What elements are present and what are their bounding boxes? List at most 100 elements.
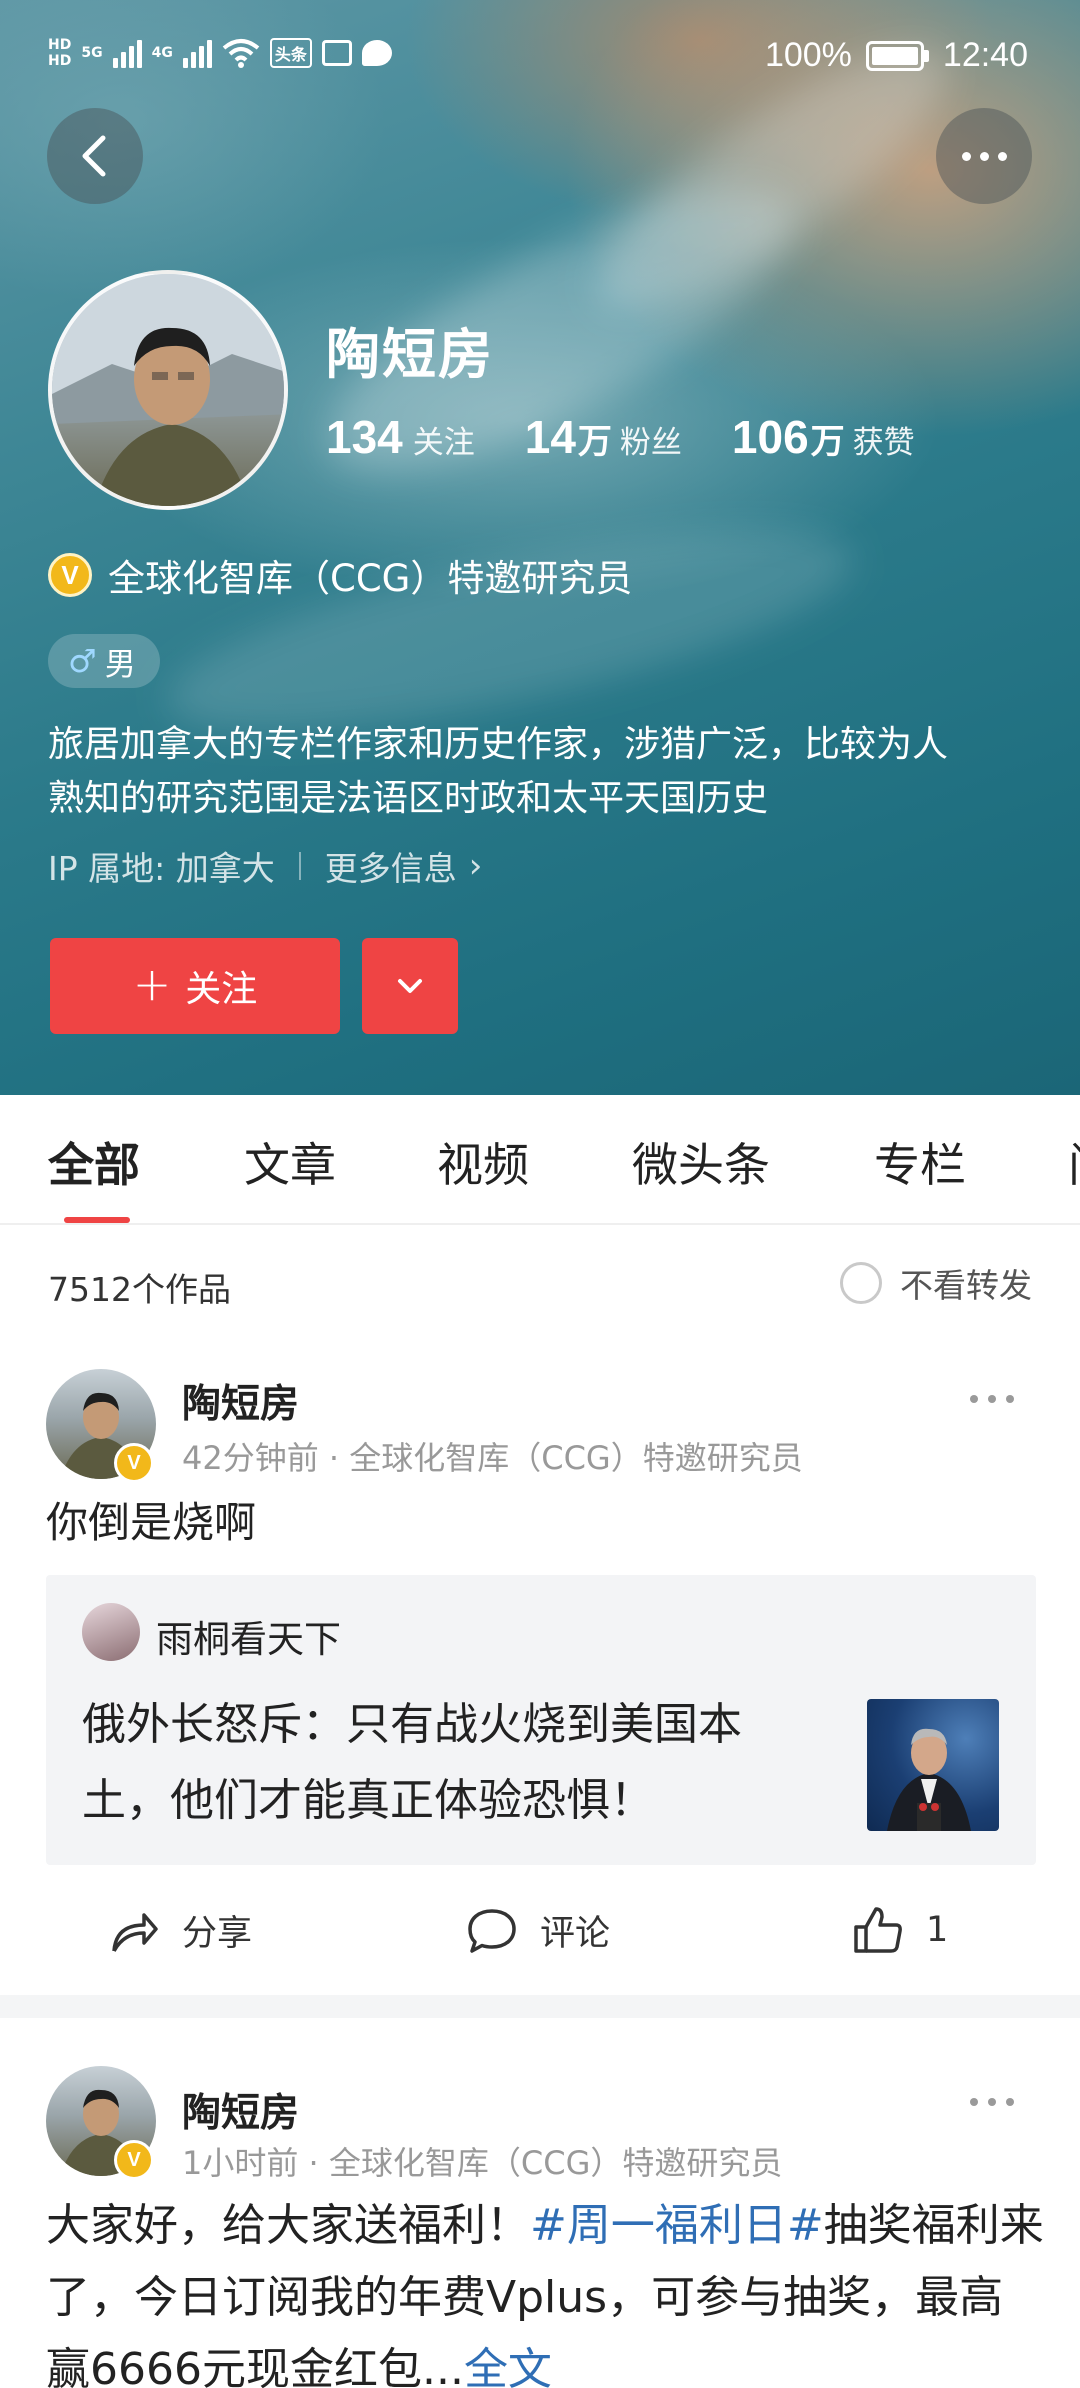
works-count: 7512个作品 bbox=[48, 1270, 231, 1309]
stat-label: 粉丝 bbox=[619, 425, 682, 461]
quoted-author-avatar bbox=[82, 1603, 140, 1661]
profile-bio: 旅居加拿大的专栏作家和历史作家，涉猎广泛，比较为人 熟知的研究范围是法语区时政和… bbox=[48, 718, 1038, 826]
hd-label: HD bbox=[48, 37, 72, 53]
message-icon bbox=[361, 40, 392, 66]
quoted-text-line: 土，他们才能真正体验恐惧！ bbox=[82, 1775, 654, 1826]
battery-icon bbox=[865, 40, 929, 71]
chevron-left-icon bbox=[82, 135, 106, 177]
tab-articles[interactable]: 文章 bbox=[244, 1129, 336, 1195]
hd-label: HD bbox=[48, 53, 72, 69]
share-icon bbox=[112, 1912, 158, 1952]
chevron-down-icon bbox=[398, 979, 422, 993]
radio-icon bbox=[840, 1262, 882, 1304]
tab-columns[interactable]: 专栏 bbox=[874, 1129, 966, 1195]
male-icon: ♂ bbox=[68, 642, 97, 680]
tab-videos[interactable]: 视频 bbox=[437, 1129, 529, 1195]
post-meta: 1小时前 · 全球化智库（CCG）特邀研究员 bbox=[182, 2144, 783, 2182]
hide-reposts-toggle[interactable]: 不看转发 bbox=[840, 1259, 1032, 1307]
like-button[interactable]: 1 bbox=[852, 1905, 948, 1955]
hashtag-link[interactable]: #周一福利日# bbox=[530, 2200, 824, 2251]
toutiao-app-icon: 头条 bbox=[269, 38, 312, 68]
wifi-icon bbox=[222, 39, 260, 68]
stat-unit: 万 bbox=[577, 422, 612, 462]
gender-label: 男 bbox=[104, 646, 136, 683]
share-label: 分享 bbox=[182, 1914, 253, 1954]
profile-avatar[interactable] bbox=[48, 270, 288, 510]
stat-label: 关注 bbox=[412, 425, 475, 461]
more-dots-icon bbox=[961, 151, 1007, 161]
quoted-text: 俄外长怒斥：只有战火烧到美国本 土，他们才能真正体验恐惧！ bbox=[82, 1687, 862, 1839]
hd-icon: HD HD bbox=[48, 38, 71, 68]
read-full-text-link[interactable]: 全文 bbox=[464, 2344, 552, 2388]
works-bar: 7512个作品 不看转发 bbox=[0, 1225, 1080, 1335]
post-more-icon[interactable] bbox=[970, 2098, 1014, 2106]
stat-followers[interactable]: 14 万 粉丝 bbox=[525, 410, 682, 464]
follow-label: 关注 bbox=[185, 969, 258, 1010]
clock: 12:40 bbox=[942, 36, 1028, 74]
post-meta: 42分钟前 · 全球化智库（CCG）特邀研究员 bbox=[182, 1439, 803, 1477]
feed-post: V 陶短房 1小时前 · 全球化智库（CCG）特邀研究员 大家好，给大家送福利！… bbox=[0, 2018, 1080, 2388]
quoted-post-card[interactable]: 雨桐看天下 俄外长怒斥：只有战火烧到美国本 土，他们才能真正体验恐惧！ bbox=[46, 1575, 1036, 1865]
content-tabs: 全部 文章 视频 微头条 专栏 问 bbox=[0, 1095, 1080, 1225]
tab-qa[interactable]: 问 bbox=[1068, 1129, 1080, 1195]
active-tab-indicator bbox=[64, 1217, 130, 1223]
post-more-icon[interactable] bbox=[970, 1395, 1014, 1403]
like-count: 1 bbox=[926, 1910, 949, 1950]
stat-number: 106 bbox=[731, 411, 809, 463]
stat-label: 获赞 bbox=[852, 425, 915, 461]
quoted-author-name: 雨桐看天下 bbox=[156, 1618, 341, 1661]
quoted-thumbnail bbox=[867, 1699, 999, 1831]
back-button[interactable] bbox=[47, 108, 143, 204]
hide-reposts-label: 不看转发 bbox=[900, 1266, 1032, 1305]
plus-icon: + bbox=[132, 957, 172, 1011]
avatar-portrait bbox=[52, 274, 284, 506]
feed-post: V 陶短房 42分钟前 · 全球化智库（CCG）特邀研究员 你倒是烧啊 雨桐看天… bbox=[0, 1335, 1080, 1995]
bio-line: 旅居加拿大的专栏作家和历史作家，涉猎广泛，比较为人 bbox=[48, 724, 949, 765]
ip-location: IP 属地: 加拿大 bbox=[48, 849, 275, 888]
gender-tag: ♂ 男 bbox=[48, 634, 160, 688]
post-text[interactable]: 大家好，给大家送福利！#周一福利日#抽奖福利来了，今日订阅我的年费Vplus，可… bbox=[46, 2190, 1046, 2388]
post-actions: 分享 评论 1 bbox=[0, 1875, 1080, 1985]
tab-micro-posts[interactable]: 微头条 bbox=[632, 1129, 770, 1195]
stat-likes[interactable]: 106 万 获赞 bbox=[732, 410, 915, 464]
author-name[interactable]: 陶短房 bbox=[182, 1373, 299, 1429]
4g-label: 4G bbox=[151, 45, 173, 61]
tab-all[interactable]: 全部 bbox=[48, 1129, 140, 1195]
verified-badge-icon: V bbox=[114, 2140, 154, 2180]
info-row: IP 属地: 加拿大 更多信息 › bbox=[48, 842, 482, 890]
verification-text: 全球化智库（CCG）特邀研究员 bbox=[108, 557, 633, 600]
chevron-right-icon: › bbox=[468, 846, 483, 886]
verified-badge-icon: V bbox=[48, 553, 92, 597]
stat-following[interactable]: 134 关注 bbox=[326, 410, 475, 464]
stat-number: 14 bbox=[524, 411, 576, 463]
signal-icon bbox=[182, 38, 212, 68]
stat-number: 134 bbox=[326, 411, 403, 463]
status-bar: HD HD 5G 4G 头条 100% 12:40 bbox=[0, 0, 1080, 118]
stat-unit: 万 bbox=[810, 422, 845, 462]
quoted-text-line: 俄外长怒斥：只有战火烧到美国本 bbox=[82, 1699, 742, 1750]
more-info-link[interactable]: 更多信息 bbox=[325, 842, 457, 890]
verification-row: V 全球化智库（CCG）特邀研究员 bbox=[48, 548, 632, 602]
calendar-icon bbox=[321, 40, 352, 66]
profile-stats: 134 关注 14 万 粉丝 106 万 获赞 bbox=[326, 410, 965, 464]
post-text-segment: 大家好，给大家送福利！ bbox=[46, 2200, 530, 2251]
signal-icon bbox=[112, 38, 142, 68]
battery-percent: 100% bbox=[764, 36, 852, 74]
follow-button[interactable]: + 关注 bbox=[50, 938, 340, 1034]
divider bbox=[298, 852, 301, 880]
status-left: HD HD 5G 4G 头条 bbox=[48, 38, 392, 68]
more-options-button[interactable] bbox=[936, 108, 1032, 204]
share-button[interactable]: 分享 bbox=[108, 1905, 252, 1956]
comment-label: 评论 bbox=[540, 1914, 611, 1954]
recommend-dropdown-button[interactable] bbox=[362, 938, 458, 1034]
thumbnail-image bbox=[887, 1728, 971, 1831]
thumbs-up-icon bbox=[854, 1907, 902, 1953]
comment-button[interactable]: 评论 bbox=[466, 1905, 610, 1956]
5g-label: 5G bbox=[81, 45, 103, 61]
bio-line: 熟知的研究范围是法语区时政和太平天国历史 bbox=[48, 778, 769, 819]
verified-badge-icon: V bbox=[114, 1443, 154, 1483]
comment-icon bbox=[468, 1908, 516, 1953]
status-right: 100% 12:40 bbox=[765, 36, 1028, 75]
post-text[interactable]: 你倒是烧啊 bbox=[46, 1489, 256, 1550]
author-name[interactable]: 陶短房 bbox=[182, 2082, 299, 2138]
